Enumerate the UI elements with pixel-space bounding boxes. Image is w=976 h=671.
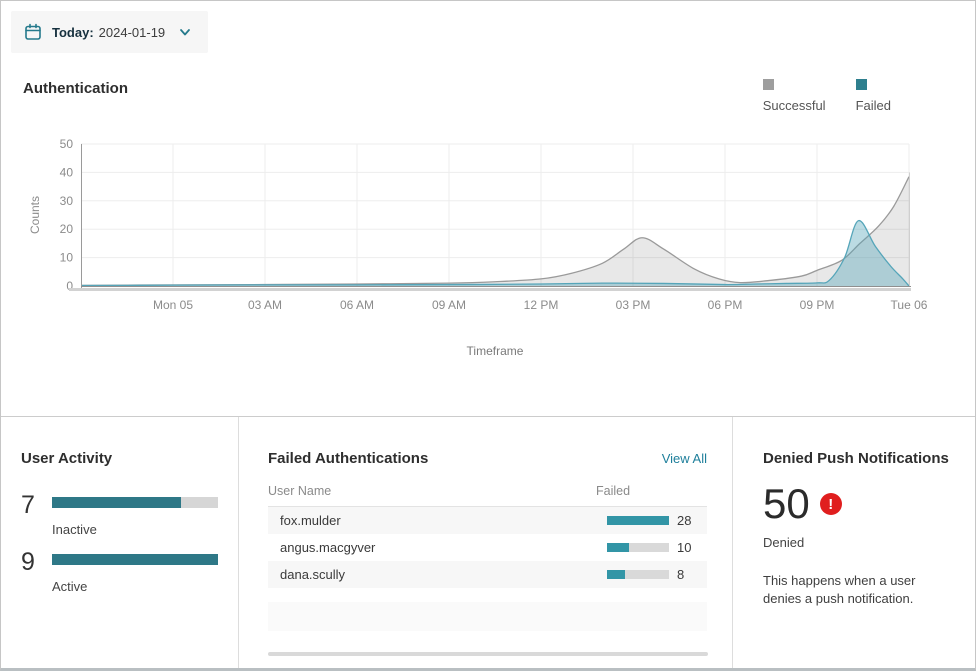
failed-bar (607, 543, 669, 552)
inactive-label: Inactive (52, 522, 218, 537)
column-failed: Failed (596, 484, 707, 498)
failed-count: 28 (677, 513, 707, 528)
svg-text:06 PM: 06 PM (708, 298, 743, 312)
user-name: angus.macgyver (280, 540, 607, 555)
failed-bar-fill (607, 543, 629, 552)
inactive-bar-fill (52, 497, 181, 508)
failed-auth-panel: Failed Authentications View All User Nam… (238, 417, 732, 671)
svg-text:09 AM: 09 AM (432, 298, 466, 312)
inactive-users-stat: 7 Inactive (21, 493, 228, 537)
svg-text:40: 40 (60, 165, 74, 179)
user-name: dana.scully (280, 567, 607, 582)
legend-label-successful: Successful (763, 98, 826, 113)
user-name: fox.mulder (280, 513, 607, 528)
chart-legend: Successful Failed (763, 79, 891, 113)
table-row[interactable]: fox.mulder 28 (268, 507, 707, 534)
user-activity-panel: User Activity 7 Inactive 9 Active (1, 417, 238, 671)
column-user-name: User Name (268, 484, 596, 498)
svg-text:12 PM: 12 PM (524, 298, 559, 312)
denied-label: Denied (763, 535, 957, 550)
failed-bar (607, 516, 669, 525)
failed-bar-fill (607, 570, 625, 579)
dashboard: Today: 2024-01-19 Authentication Success… (0, 0, 976, 671)
authentication-section-title: Authentication (23, 80, 128, 97)
failed-swatch (856, 79, 867, 90)
svg-text:Timeframe: Timeframe (467, 344, 524, 358)
table-row[interactable]: dana.scully 8 (268, 561, 707, 588)
svg-text:30: 30 (60, 194, 74, 208)
chevron-down-icon (178, 25, 192, 39)
denied-push-panel: Denied Push Notifications 50 ! Denied Th… (732, 417, 976, 671)
svg-text:Counts: Counts (28, 196, 42, 234)
active-bar-fill (52, 554, 218, 565)
svg-text:20: 20 (60, 222, 74, 236)
svg-text:Mon 05: Mon 05 (153, 298, 193, 312)
denied-push-title: Denied Push Notifications (763, 450, 957, 467)
table-header: User Name Failed (268, 484, 707, 507)
svg-text:06 AM: 06 AM (340, 298, 374, 312)
date-picker-label: Today: (52, 25, 94, 40)
svg-text:Tue 06: Tue 06 (891, 298, 928, 312)
bottom-panels: User Activity 7 Inactive 9 Active Failed… (1, 416, 976, 671)
legend-label-failed: Failed (856, 98, 891, 113)
table-row-empty (268, 602, 707, 631)
svg-text:50: 50 (60, 137, 74, 151)
horizontal-scrollbar[interactable] (268, 652, 708, 656)
svg-text:10: 10 (60, 251, 74, 265)
view-all-link[interactable]: View All (662, 451, 707, 466)
svg-text:09 PM: 09 PM (800, 298, 835, 312)
svg-text:03 AM: 03 AM (248, 298, 282, 312)
active-count: 9 (21, 550, 44, 575)
denied-count: 50 (763, 483, 810, 525)
failed-bar-fill (607, 516, 669, 525)
table-row[interactable]: angus.macgyver 10 (268, 534, 707, 561)
failed-count: 8 (677, 567, 707, 582)
inactive-bar (52, 497, 218, 508)
active-label: Active (52, 579, 218, 594)
legend-item-successful[interactable]: Successful (763, 79, 826, 113)
svg-text:03 PM: 03 PM (616, 298, 651, 312)
failed-count: 10 (677, 540, 707, 555)
active-bar (52, 554, 218, 565)
denied-description: This happens when a user denies a push n… (763, 572, 943, 609)
authentication-chart: 01020304050Mon 0503 AM06 AM09 AM12 PM03 … (1, 131, 976, 371)
user-activity-title: User Activity (21, 450, 228, 467)
date-picker-value: 2024-01-19 (99, 25, 166, 40)
legend-item-failed[interactable]: Failed (856, 79, 891, 113)
inactive-count: 7 (21, 493, 44, 518)
alert-icon: ! (820, 493, 842, 515)
auth-chart-svg: 01020304050Mon 0503 AM06 AM09 AM12 PM03 … (1, 131, 976, 371)
date-picker-button[interactable]: Today: 2024-01-19 (11, 11, 208, 53)
failed-auth-title: Failed Authentications (268, 450, 428, 467)
failed-bar (607, 570, 669, 579)
calendar-icon (23, 22, 43, 42)
successful-swatch (763, 79, 774, 90)
active-users-stat: 9 Active (21, 550, 228, 594)
